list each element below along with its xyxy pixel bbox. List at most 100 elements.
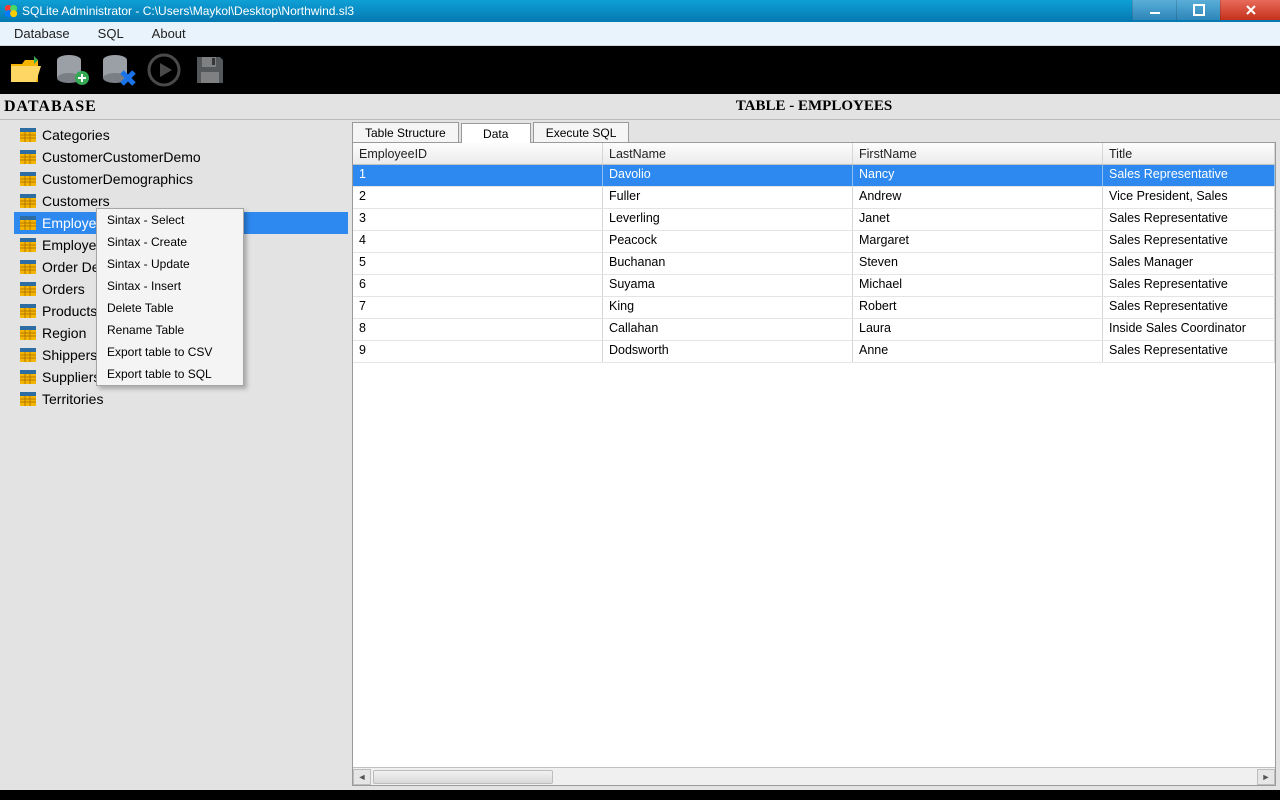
- tree-item-label: Shippers: [42, 347, 97, 363]
- table-row[interactable]: 9DodsworthAnneSales Representative: [353, 341, 1275, 363]
- table-cell: Vice President, Sales: [1103, 187, 1275, 208]
- table-icon: [20, 216, 36, 230]
- table-icon: [20, 128, 36, 142]
- table-cell: 5: [353, 253, 603, 274]
- tree-item-label: Territories: [42, 391, 103, 407]
- column-header[interactable]: LastName: [603, 143, 853, 164]
- menu-database[interactable]: Database: [0, 23, 84, 44]
- table-icon: [20, 150, 36, 164]
- table-cell: 6: [353, 275, 603, 296]
- open-db-button[interactable]: [6, 50, 46, 90]
- table-cell: Suyama: [603, 275, 853, 296]
- context-menu-item[interactable]: Delete Table: [97, 297, 243, 319]
- add-db-button[interactable]: [52, 50, 92, 90]
- table-icon: [20, 194, 36, 208]
- maximize-button[interactable]: [1176, 0, 1220, 20]
- table-icon: [20, 260, 36, 274]
- table-cell: 8: [353, 319, 603, 340]
- tree-item-label: CustomerDemographics: [42, 171, 193, 187]
- window-title: SQLite Administrator - C:\Users\Maykol\D…: [22, 4, 354, 18]
- table-cell: Sales Manager: [1103, 253, 1275, 274]
- table-cell: Sales Representative: [1103, 231, 1275, 252]
- content-panel: Table StructureDataExecute SQL EmployeeI…: [348, 120, 1280, 790]
- table-cell: Sales Representative: [1103, 341, 1275, 362]
- run-query-button[interactable]: [144, 50, 184, 90]
- column-header[interactable]: FirstName: [853, 143, 1103, 164]
- tree-item-label: Products: [42, 303, 97, 319]
- tab[interactable]: Execute SQL: [533, 122, 630, 142]
- tree-item-label: Region: [42, 325, 86, 341]
- table-cell: Davolio: [603, 165, 853, 186]
- table-cell: Janet: [853, 209, 1103, 230]
- table-cell: Margaret: [853, 231, 1103, 252]
- table-row[interactable]: 7KingRobertSales Representative: [353, 297, 1275, 319]
- table-row[interactable]: 1DavolioNancySales Representative: [353, 165, 1275, 187]
- tree-item[interactable]: Territories: [14, 388, 348, 410]
- sidebar-header: DATABASE: [0, 94, 348, 119]
- save-button[interactable]: [190, 50, 230, 90]
- context-menu-item[interactable]: Rename Table: [97, 319, 243, 341]
- toolbar: [0, 46, 1280, 94]
- table-cell: 3: [353, 209, 603, 230]
- tree-item[interactable]: Categories: [14, 124, 348, 146]
- tree-item-label: Suppliers: [42, 369, 100, 385]
- table-cell: 4: [353, 231, 603, 252]
- scroll-thumb[interactable]: [373, 770, 553, 784]
- table-icon: [20, 172, 36, 186]
- context-menu-item[interactable]: Sintax - Insert: [97, 275, 243, 297]
- table-cell: Sales Representative: [1103, 297, 1275, 318]
- table-cell: Laura: [853, 319, 1103, 340]
- menu-sql[interactable]: SQL: [84, 23, 138, 44]
- table-cell: Callahan: [603, 319, 853, 340]
- table-cell: Peacock: [603, 231, 853, 252]
- table-cell: Fuller: [603, 187, 853, 208]
- close-button[interactable]: [1220, 0, 1280, 20]
- table-cell: Anne: [853, 341, 1103, 362]
- app-icon: [4, 4, 18, 18]
- table-row[interactable]: 3LeverlingJanetSales Representative: [353, 209, 1275, 231]
- table-icon: [20, 392, 36, 406]
- table-cell: Robert: [853, 297, 1103, 318]
- tree-item[interactable]: CustomerDemographics: [14, 168, 348, 190]
- context-menu-item[interactable]: Sintax - Update: [97, 253, 243, 275]
- table-cell: Inside Sales Coordinator: [1103, 319, 1275, 340]
- context-menu[interactable]: Sintax - SelectSintax - CreateSintax - U…: [96, 208, 244, 386]
- table-row[interactable]: 8CallahanLauraInside Sales Coordinator: [353, 319, 1275, 341]
- table-row[interactable]: 5BuchananStevenSales Manager: [353, 253, 1275, 275]
- scroll-left-arrow-icon[interactable]: ◄: [353, 769, 371, 785]
- section-headers: DATABASE TABLE - EMPLOYEES: [0, 94, 1280, 120]
- table-cell: 2: [353, 187, 603, 208]
- sidebar: Categories CustomerCustomerDemo CustomerDe…: [0, 120, 348, 790]
- minimize-button[interactable]: [1132, 0, 1176, 20]
- column-header[interactable]: EmployeeID: [353, 143, 603, 164]
- table-cell: Andrew: [853, 187, 1103, 208]
- context-menu-item[interactable]: Sintax - Create: [97, 231, 243, 253]
- context-menu-item[interactable]: Export table to SQL: [97, 363, 243, 385]
- table-cell: Sales Representative: [1103, 209, 1275, 230]
- table-row[interactable]: 6SuyamaMichaelSales Representative: [353, 275, 1275, 297]
- menubar: Database SQL About: [0, 22, 1280, 46]
- table-icon: [20, 348, 36, 362]
- scroll-right-arrow-icon[interactable]: ►: [1257, 769, 1275, 785]
- table-cell: Dodsworth: [603, 341, 853, 362]
- menu-about[interactable]: About: [138, 23, 200, 44]
- context-menu-item[interactable]: Sintax - Select: [97, 209, 243, 231]
- table-row[interactable]: 4PeacockMargaretSales Representative: [353, 231, 1275, 253]
- table-cell: Leverling: [603, 209, 853, 230]
- table-row[interactable]: 2FullerAndrewVice President, Sales: [353, 187, 1275, 209]
- tab[interactable]: Table Structure: [352, 122, 459, 142]
- horizontal-scrollbar[interactable]: ◄ ►: [353, 767, 1275, 785]
- tab[interactable]: Data: [461, 123, 531, 143]
- window-titlebar: SQLite Administrator - C:\Users\Maykol\D…: [0, 0, 1280, 22]
- table-cell: Sales Representative: [1103, 275, 1275, 296]
- column-header[interactable]: Title: [1103, 143, 1275, 164]
- table-cell: Buchanan: [603, 253, 853, 274]
- delete-db-button[interactable]: [98, 50, 138, 90]
- table-icon: [20, 304, 36, 318]
- context-menu-item[interactable]: Export table to CSV: [97, 341, 243, 363]
- tabs: Table StructureDataExecute SQL: [352, 122, 1276, 142]
- tree-item-label: Categories: [42, 127, 110, 143]
- table-cell: Nancy: [853, 165, 1103, 186]
- table-cell: 9: [353, 341, 603, 362]
- tree-item[interactable]: CustomerCustomerDemo: [14, 146, 348, 168]
